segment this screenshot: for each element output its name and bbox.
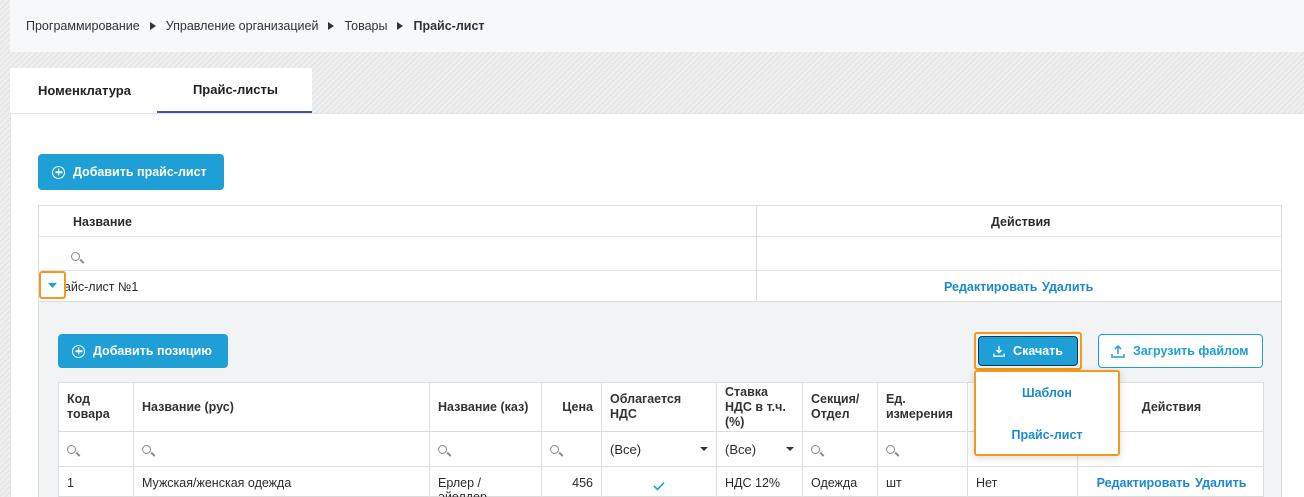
breadcrumb-item-goods[interactable]: Товары [344,19,387,33]
add-pricelist-button[interactable]: Добавить прайс-лист [38,154,224,190]
tab-nomenclature[interactable]: Номенклатура [10,68,157,113]
add-pricelist-label: Добавить прайс-лист [73,165,207,179]
plus-circle-icon [72,344,85,358]
filter-cell-name-ru[interactable] [134,432,430,466]
filter-cell-price[interactable] [542,432,602,466]
add-position-button[interactable]: Добавить позицию [58,334,228,368]
column-header-name-ru[interactable]: Название (рус) [134,383,430,431]
column-header-name-kz[interactable]: Название (каз) [430,383,542,431]
filter-cell-code[interactable] [59,432,134,466]
column-header-unit[interactable]: Ед. измерения [878,383,968,431]
filter-cell-name-kz[interactable] [430,432,542,466]
filter-vat-taxable-value: (Все) [610,441,642,457]
table-row[interactable]: 1 Мужская/женская одежда Ерлер / әйелдер… [59,467,1263,497]
menu-item-template[interactable]: Шаблон [976,386,1118,400]
delete-link[interactable]: Удалить [1042,280,1093,294]
caret-down-icon [786,447,794,451]
column-header-price[interactable]: Цена [542,383,602,431]
search-icon [811,444,820,454]
breadcrumb-separator-icon [149,22,156,30]
download-highlight: Скачать [974,332,1082,370]
download-menu: Шаблон Прайс-лист [974,370,1120,456]
chevron-down-icon [48,283,57,288]
add-position-label: Добавить позицию [93,344,212,358]
cell-code: 1 [59,467,134,497]
upload-label: Загрузить файлом [1133,344,1249,358]
filter-vat-taxable-select[interactable]: (Все) [602,432,717,466]
upload-icon [1111,344,1125,358]
upload-file-button[interactable]: Загрузить файлом [1098,334,1263,368]
column-header-name[interactable]: Название [73,215,132,229]
download-icon [993,345,1005,357]
grid-header-row: Название Действия [39,206,1281,237]
column-header-code[interactable]: Код товара [59,383,134,431]
table-row[interactable]: Прайс-лист №1 Редактировать Удалить [39,271,1281,302]
cell-actions: Редактировать Удалить [1078,467,1265,497]
column-header-vat-taxable[interactable]: Облагается НДС [602,383,717,431]
column-header-actions: Действия [991,215,1051,229]
menu-item-pricelist[interactable]: Прайс-лист [976,428,1118,442]
filter-cell-unit[interactable] [878,432,968,466]
search-icon [886,444,895,454]
filter-cell-section[interactable] [803,432,878,466]
download-label: Скачать [1013,344,1063,358]
pricelists-grid: Название Действия Прайс-лист №1 Редактир… [38,205,1282,303]
cell-price: 456 [542,467,602,497]
cell-name-ru: Мужская/женская одежда [134,467,430,497]
search-icon [67,444,76,454]
plus-circle-icon [52,165,65,179]
grid-filter-row [39,237,1281,271]
breadcrumb-current: Прайс-лист [413,19,485,33]
breadcrumb: Программирование Управление организацией… [10,0,1304,52]
checkmark-icon [653,481,665,491]
breadcrumb-separator-icon [397,22,404,30]
column-header-section[interactable]: Секция/ Отдел [803,383,878,431]
search-icon [550,444,559,454]
cell-vat-taxable [602,467,717,497]
tabs-bar: Номенклатура Прайс-листы [10,68,312,113]
filter-vat-rate-value: (Все) [725,441,757,457]
cell-extra: Нет [968,467,1078,497]
cell-name-kz: Ерлер / әйелдер [430,467,542,497]
breadcrumb-separator-icon [328,22,335,30]
cell-section: Одежда [803,467,878,497]
caret-down-icon [700,447,708,451]
column-header-vat-rate[interactable]: Ставка НДС в т.ч.(%) [717,383,803,431]
search-icon [438,444,447,454]
cell-vat-rate: НДС 12% [717,467,803,497]
cell-unit: шт [878,467,968,497]
breadcrumb-item-programming[interactable]: Программирование [26,19,140,33]
edit-link[interactable]: Редактировать [944,280,1037,294]
delete-link[interactable]: Удалить [1195,476,1246,490]
breadcrumb-item-org-management[interactable]: Управление организацией [166,19,319,33]
column-divider [756,206,757,303]
search-icon [142,444,151,454]
expand-row-toggle[interactable] [39,271,66,299]
tab-pricelists[interactable]: Прайс-листы [156,68,312,113]
filter-vat-rate-select[interactable]: (Все) [717,432,803,466]
edit-link[interactable]: Редактировать [1097,476,1190,490]
download-button[interactable]: Скачать [978,336,1078,366]
search-icon[interactable] [71,252,80,261]
